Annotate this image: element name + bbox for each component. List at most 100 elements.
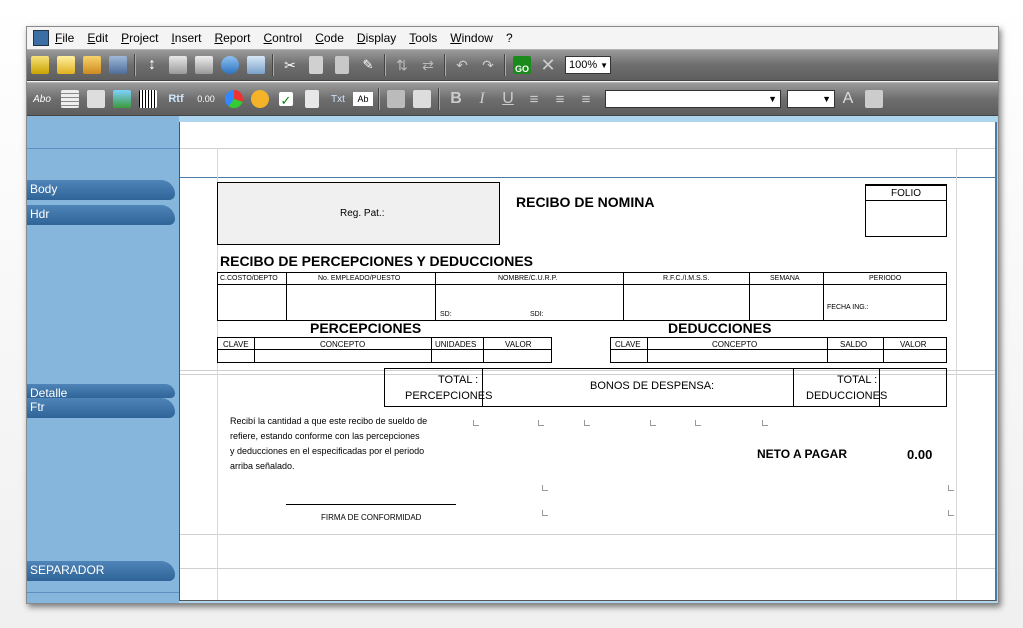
menu-display[interactable]: Display	[357, 31, 396, 45]
percepciones-table	[217, 337, 552, 363]
perc-col-clave: CLAVE	[223, 340, 249, 349]
undo-icon[interactable]: ↶	[451, 54, 473, 76]
bonos-label: BONOS DE DESPENSA:	[590, 380, 715, 392]
col-empleado: No. EMPLEADO/PUESTO	[318, 275, 401, 282]
band-separador[interactable]: SEPARADOR	[27, 561, 175, 581]
barcode-icon[interactable]	[137, 88, 159, 110]
reg-pat-label: Reg. Pat.:	[340, 208, 385, 219]
recibi-line-4: arriba señalado.	[230, 461, 295, 471]
total-ded-label-2: DEDUCCIONES	[806, 390, 888, 402]
chevron-down-icon: ▼	[600, 60, 608, 70]
neto-label: NETO A PAGAR	[757, 447, 848, 461]
rtf-icon[interactable]: Rtf	[163, 88, 189, 110]
menu-file[interactable]: File	[55, 31, 74, 45]
paint-icon[interactable]: ✎	[357, 54, 379, 76]
col-nombre: NOMBRE/C.U.R.P.	[498, 275, 558, 282]
total-perc-label-1: TOTAL :	[438, 374, 479, 386]
calc-icon[interactable]	[301, 88, 323, 110]
total-ded-label-1: TOTAL :	[837, 374, 878, 386]
label-abo-icon[interactable]: Abo	[29, 88, 55, 110]
menu-tools[interactable]: Tools	[409, 31, 437, 45]
cut-icon[interactable]: ✂	[279, 54, 301, 76]
report-wizard-icon[interactable]	[219, 54, 241, 76]
firma-label: FIRMA DE CONFORMIDAD	[321, 513, 422, 522]
deducciones-table	[610, 337, 947, 363]
screenshot-frame: File Edit Project Insert Report Control …	[0, 0, 1023, 628]
group-icon[interactable]	[385, 88, 407, 110]
rtf-export-icon[interactable]	[245, 54, 267, 76]
zoom-value: 100%	[569, 59, 598, 71]
save-icon[interactable]	[107, 54, 129, 76]
copy-icon[interactable]	[305, 54, 327, 76]
insert-toolbar: Abo Rtf 0.00 ✓ Txt Ab B I U ≡ ≡ ≡ ▼ ▼ A	[27, 82, 998, 116]
ded-col-clave: CLAVE	[615, 340, 641, 349]
number-icon[interactable]: 0.00	[193, 88, 219, 110]
checkbox-icon[interactable]: ✓	[275, 88, 297, 110]
menu-edit[interactable]: Edit	[87, 31, 108, 45]
chevron-down-icon: ▼	[768, 94, 777, 104]
band-panel: Body Hdr Detalle Ftr SEPARADOR	[27, 116, 179, 603]
image-icon[interactable]	[81, 54, 103, 76]
italic-icon[interactable]: I	[471, 88, 493, 110]
chevron-down-icon: ▼	[822, 94, 831, 104]
chart-icon[interactable]	[223, 88, 245, 110]
bold-icon[interactable]: B	[445, 88, 467, 110]
perc-col-concepto: CONCEPTO	[320, 340, 366, 349]
spacing-icon[interactable]: ↕	[141, 54, 163, 76]
print-preview-icon[interactable]	[193, 54, 215, 76]
go-icon[interactable]: GO	[511, 54, 533, 76]
edit-icon[interactable]	[411, 88, 433, 110]
main-toolbar: ↕ ✂ ✎ ⇅ ⇄ ↶ ↷ GO ✕ 100% ▼	[27, 49, 998, 81]
zoom-select[interactable]: 100% ▼	[565, 56, 611, 74]
ded-col-concepto: CONCEPTO	[712, 340, 758, 349]
menu-window[interactable]: Window	[450, 31, 493, 45]
folio-label: FOLIO	[891, 188, 922, 199]
delete-icon[interactable]: ✕	[537, 54, 559, 76]
align-center-icon[interactable]: ≡	[549, 88, 571, 110]
fecha-ing-label: FECHA ING.:	[827, 304, 869, 311]
shadow-icon[interactable]	[863, 88, 885, 110]
table-icon[interactable]	[59, 88, 81, 110]
redo-icon[interactable]: ↷	[477, 54, 499, 76]
align-right-icon[interactable]: ≡	[575, 88, 597, 110]
paste-icon[interactable]	[331, 54, 353, 76]
col-rfc: R.F.C./I.M.S.S.	[663, 275, 710, 282]
menu-project[interactable]: Project	[121, 31, 158, 45]
menu-code[interactable]: Code	[315, 31, 344, 45]
underline-icon[interactable]: U	[497, 88, 519, 110]
recibi-line-2: refiere, estando conforme con las percep…	[230, 431, 420, 441]
col-semana: SEMANA	[770, 275, 800, 282]
align-left-icon[interactable]: ≡	[523, 88, 545, 110]
new-report-icon[interactable]	[29, 54, 51, 76]
neto-value: 0.00	[907, 447, 933, 462]
band-hdr[interactable]: Hdr	[27, 205, 175, 225]
menu-report[interactable]: Report	[214, 31, 250, 45]
menu-help[interactable]: ?	[506, 31, 513, 45]
deducciones-heading: DEDUCCIONES	[668, 320, 772, 336]
menu-insert[interactable]: Insert	[171, 31, 201, 45]
col-periodo: PERIODO	[869, 275, 902, 282]
menu-control[interactable]: Control	[263, 31, 302, 45]
print-icon[interactable]	[167, 54, 189, 76]
report-page: Reg. Pat.: RECIBO DE NOMINA FOLIO RECIBO…	[179, 122, 997, 601]
font-size-select[interactable]: ▼	[787, 90, 835, 108]
combo-field-icon[interactable]: Ab	[353, 92, 373, 106]
order-icon[interactable]: ⇄	[417, 54, 439, 76]
band-body[interactable]: Body	[27, 180, 175, 200]
font-name-select[interactable]: ▼	[605, 90, 781, 108]
shapes-icon[interactable]	[249, 88, 271, 110]
text-icon[interactable]: Txt	[327, 88, 349, 110]
font-color-icon[interactable]: A	[837, 88, 859, 110]
percepciones-heading: PERCEPCIONES	[310, 320, 422, 336]
report-title: RECIBO DE NOMINA	[516, 194, 655, 210]
column-icon[interactable]	[85, 88, 107, 110]
recibi-line-1: Recibí la cantidad a que este recibo de …	[230, 416, 428, 426]
align-icon[interactable]: ⇅	[391, 54, 413, 76]
image-insert-icon[interactable]	[111, 88, 133, 110]
band-ftr[interactable]: Ftr	[27, 398, 175, 418]
design-area: Reg. Pat.: RECIBO DE NOMINA FOLIO RECIBO…	[179, 116, 998, 603]
ded-col-valor: VALOR	[900, 340, 927, 349]
total-perc-label-2: PERCEPCIONES	[405, 390, 493, 402]
band-detalle[interactable]: Detalle	[27, 384, 175, 400]
open-icon[interactable]	[55, 54, 77, 76]
